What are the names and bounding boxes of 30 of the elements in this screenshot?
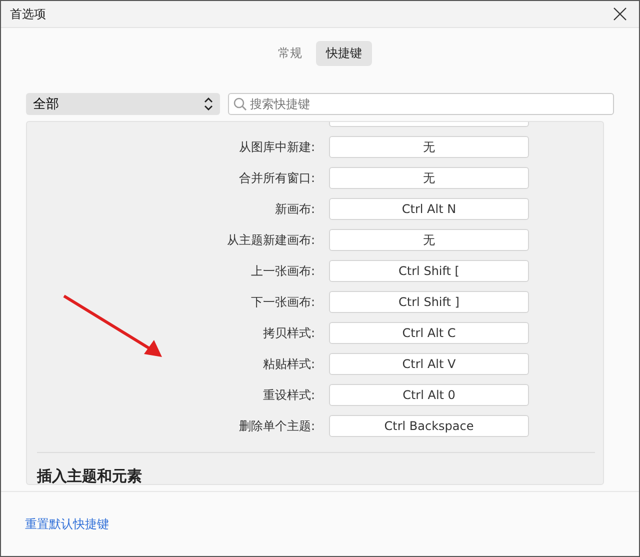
shortcut-field[interactable]: 无	[329, 167, 529, 189]
shortcut-label: 粘贴样式:	[262, 356, 316, 372]
shortcut-label: 从图库中新建:	[238, 138, 316, 156]
reset-shortcuts-link[interactable]: 重置默认快捷键	[25, 516, 109, 532]
section-heading: 插入主题和元素	[37, 467, 143, 484]
tab[interactable]: 快捷键	[316, 41, 372, 66]
shortcut-field[interactable]: Ctrl Backspace	[329, 415, 529, 437]
shortcut-label: 上一张画布:	[250, 262, 316, 280]
shortcut-field[interactable]: Ctrl Shift ]	[329, 291, 529, 313]
shortcut-field[interactable]: Ctrl Alt C	[329, 322, 529, 344]
shortcut-field[interactable]: 无	[329, 136, 529, 158]
shortcut-label: 合并所有窗口:	[238, 170, 316, 186]
shortcut-label: 拷贝样式:	[262, 324, 316, 342]
close-icon[interactable]	[613, 7, 627, 21]
shortcut-label: 下一张画布:	[250, 294, 316, 310]
shortcut-label: 新画布:	[274, 200, 316, 218]
search-field[interactable]: 搜索快捷键	[228, 93, 614, 115]
window-title: 首选项	[10, 6, 46, 22]
shortcut-field[interactable]: 无	[329, 229, 529, 251]
tab[interactable]: 常规	[268, 41, 312, 66]
shortcut-label: 重设样式:	[262, 386, 316, 404]
shortcut-field[interactable]: Ctrl Shift [	[329, 260, 529, 282]
chevron-up-down-icon	[204, 97, 213, 111]
category-select[interactable]: 全部	[26, 93, 220, 115]
shortcut-label: 从主题新建画布:	[226, 232, 316, 248]
shortcut-field[interactable]: Ctrl Alt 0	[329, 384, 529, 406]
shortcut-field[interactable]	[329, 122, 529, 127]
shortcut-field[interactable]: Ctrl Alt N	[329, 198, 529, 220]
shortcut-field[interactable]: Ctrl Alt V	[329, 353, 529, 375]
shortcut-label: 删除单个主题:	[238, 418, 316, 434]
